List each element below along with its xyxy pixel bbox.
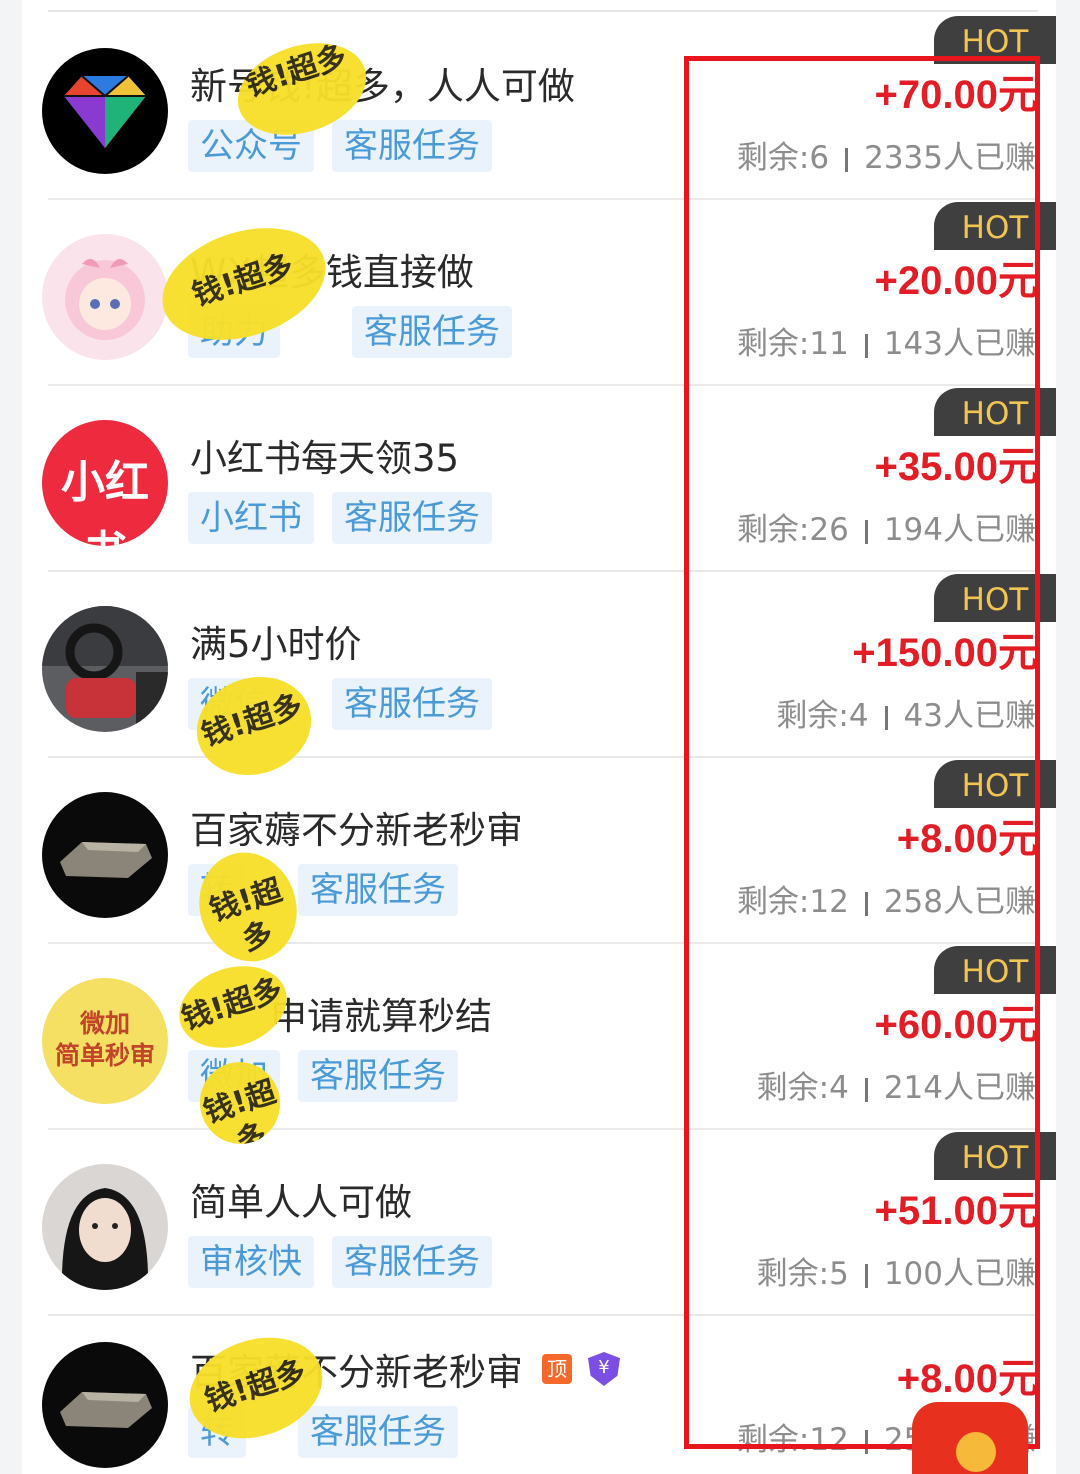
task-stats: 剩余:5 100人已赚 xyxy=(757,1248,1036,1293)
earned-count: 258人已赚 xyxy=(883,884,1036,920)
earned-count: 2335人已赚 xyxy=(864,140,1036,176)
reward-amount: +8.00元 xyxy=(896,817,1038,861)
task-tag: 客服任务 xyxy=(298,864,458,916)
task-stats: 剩余:4 214人已赚 xyxy=(757,1062,1036,1107)
xiaohongshu-logo-text: 小红书 xyxy=(61,457,149,546)
hot-badge: HOT xyxy=(934,16,1056,64)
reward-amount: +51.00元 xyxy=(874,1189,1038,1233)
stats-separator xyxy=(864,1263,868,1288)
stats-separator xyxy=(864,333,868,358)
stats-separator xyxy=(864,1077,868,1102)
avatar-anime-girl xyxy=(42,234,168,360)
task-tag: 小红书 xyxy=(188,492,314,544)
task-row[interactable]: 微加 简单秒审 申请就算秒结 微加 客服任务 HOT +60.00元 剩余:42… xyxy=(0,944,1080,1130)
coin-icon xyxy=(956,1432,996,1472)
red-packet-icon[interactable] xyxy=(912,1402,1028,1474)
stats-separator xyxy=(884,705,888,730)
task-stats: 剩余:11 143人已赚 xyxy=(737,318,1036,363)
remaining-count: 剩余:4 xyxy=(756,1070,849,1106)
remaining-count: 剩余:12 xyxy=(736,1422,849,1458)
avatar-woman-portrait xyxy=(42,1164,168,1290)
remaining-count: 剩余:12 xyxy=(736,884,849,920)
reward-amount: +60.00元 xyxy=(874,1003,1038,1047)
task-stats: 剩余:26 194人已赚 xyxy=(737,504,1036,549)
remaining-count: 剩余:5 xyxy=(756,1256,849,1292)
reward-amount: +35.00元 xyxy=(874,445,1038,489)
hot-badge: HOT xyxy=(934,388,1056,436)
earned-count: 100人已赚 xyxy=(883,1256,1036,1292)
task-title: 简单人人可做 xyxy=(190,1181,412,1224)
task-row[interactable]: 新号钱!超多，人人可做 公众号 客服任务 HOT +70.00元 剩余:6 233… xyxy=(0,14,1080,200)
stats-separator xyxy=(864,519,868,544)
stats-separator xyxy=(864,891,868,916)
top-divider xyxy=(48,10,1038,12)
task-title: 百家薅不分新老秒审 xyxy=(190,809,523,852)
task-stats: 剩余:6 2335人已赚 xyxy=(737,132,1036,177)
avatar-diamond xyxy=(42,48,168,174)
earned-count: 43人已赚 xyxy=(903,698,1036,734)
remaining-count: 剩余:26 xyxy=(736,512,849,548)
hot-badge: HOT xyxy=(934,202,1056,250)
reward-amount: +8.00元 xyxy=(896,1357,1038,1401)
reward-amount: +70.00元 xyxy=(874,73,1038,117)
earned-count: 194人已赚 xyxy=(883,512,1036,548)
hot-badge: HOT xyxy=(934,760,1056,808)
remaining-count: 剩余:4 xyxy=(776,698,869,734)
task-row[interactable]: 百家薅不分新老秒审 转 客服任务 HOT +8.00元 剩余:12258人已赚 xyxy=(0,758,1080,944)
task-row[interactable]: 满5小时价 微信 客服任务 HOT +150.00元 剩余:443人已赚 xyxy=(0,572,1080,758)
stats-separator xyxy=(864,1429,868,1454)
verified-shield-icon: ¥ xyxy=(588,1352,620,1386)
task-tag: 客服任务 xyxy=(332,678,492,730)
task-title: 满5小时价 xyxy=(190,623,362,666)
reward-amount: +20.00元 xyxy=(874,259,1038,303)
earned-count: 143人已赚 xyxy=(883,326,1036,362)
avatar-silver-bar xyxy=(42,1342,168,1468)
hot-badge: HOT xyxy=(934,1132,1056,1180)
task-stats: 剩余:4 43人已赚 xyxy=(776,690,1036,735)
task-tag: 客服任务 xyxy=(332,1236,492,1288)
remaining-count: 剩余:11 xyxy=(736,326,849,362)
task-stats: 剩余:12 258人已赚 xyxy=(737,876,1036,921)
task-tag: 审核快 xyxy=(188,1236,314,1288)
top-pin-icon: 顶 xyxy=(542,1354,572,1384)
task-tag: 客服任务 xyxy=(298,1050,458,1102)
reward-amount: +150.00元 xyxy=(852,631,1038,675)
avatar-xiaohongshu-logo: 小红书 xyxy=(42,420,168,546)
task-title: 小红书每天领35 xyxy=(190,437,460,480)
task-title: 申请就算秒结 xyxy=(270,995,492,1038)
hot-badge: HOT xyxy=(934,946,1056,994)
avatar-wechat-add-badge: 微加 简单秒审 xyxy=(42,978,168,1104)
task-tag: 客服任务 xyxy=(352,306,512,358)
remaining-count: 剩余:6 xyxy=(736,140,830,176)
hot-badge: HOT xyxy=(934,574,1056,622)
avatar-silver-bar xyxy=(42,792,168,918)
task-row[interactable]: 简单人人可做 审核快 客服任务 HOT +51.00元 剩余:5 100人已赚 xyxy=(0,1130,1080,1316)
earned-count: 214人已赚 xyxy=(883,1070,1036,1106)
task-tag: 客服任务 xyxy=(298,1406,458,1458)
task-tag: 客服任务 xyxy=(332,492,492,544)
avatar-car-interior xyxy=(42,606,168,732)
task-tag: 客服任务 xyxy=(332,120,492,172)
stats-separator xyxy=(845,147,849,172)
avatar-badge-text: 微加 简单秒审 xyxy=(54,1009,155,1070)
task-row[interactable]: 小红书 小红书每天领35 小红书 客服任务 HOT +35.00元 剩余:26 1… xyxy=(0,386,1080,572)
